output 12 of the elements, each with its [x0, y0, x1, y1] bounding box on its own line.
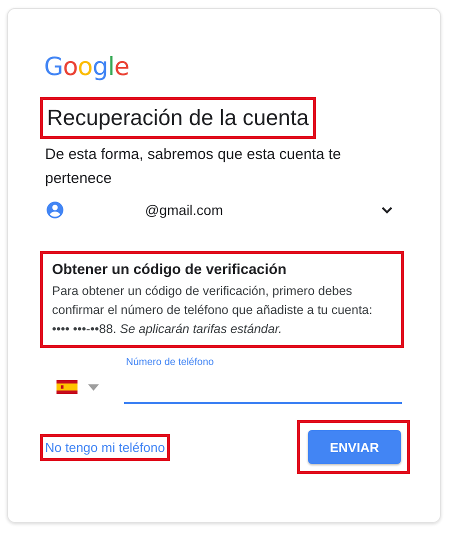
page-title: Recuperación de la cuenta — [47, 104, 309, 132]
section-text: Para obtener un código de verificación, primero debes confirmar el número de teléfono que añadiste a tu cuenta: •••• •••-••88. Se aplicarán tarifas estándar. — [52, 283, 374, 338]
section-heading: Obtener un código de verificación — [52, 261, 288, 280]
send-button[interactable]: ENVIAR — [308, 430, 401, 464]
phone-number-field[interactable]: Número de teléfono — [124, 356, 402, 404]
flag-icon — [56, 380, 78, 394]
no-phone-link[interactable]: No tengo mi teléfono — [43, 436, 167, 458]
caret-icon[interactable] — [88, 384, 99, 390]
account-email: @gmail.com — [145, 202, 224, 218]
account-icon — [45, 200, 65, 220]
logo: Google — [44, 53, 130, 81]
subtitle: De esta forma, sabremos que esta cuenta te pertenece — [45, 145, 342, 189]
